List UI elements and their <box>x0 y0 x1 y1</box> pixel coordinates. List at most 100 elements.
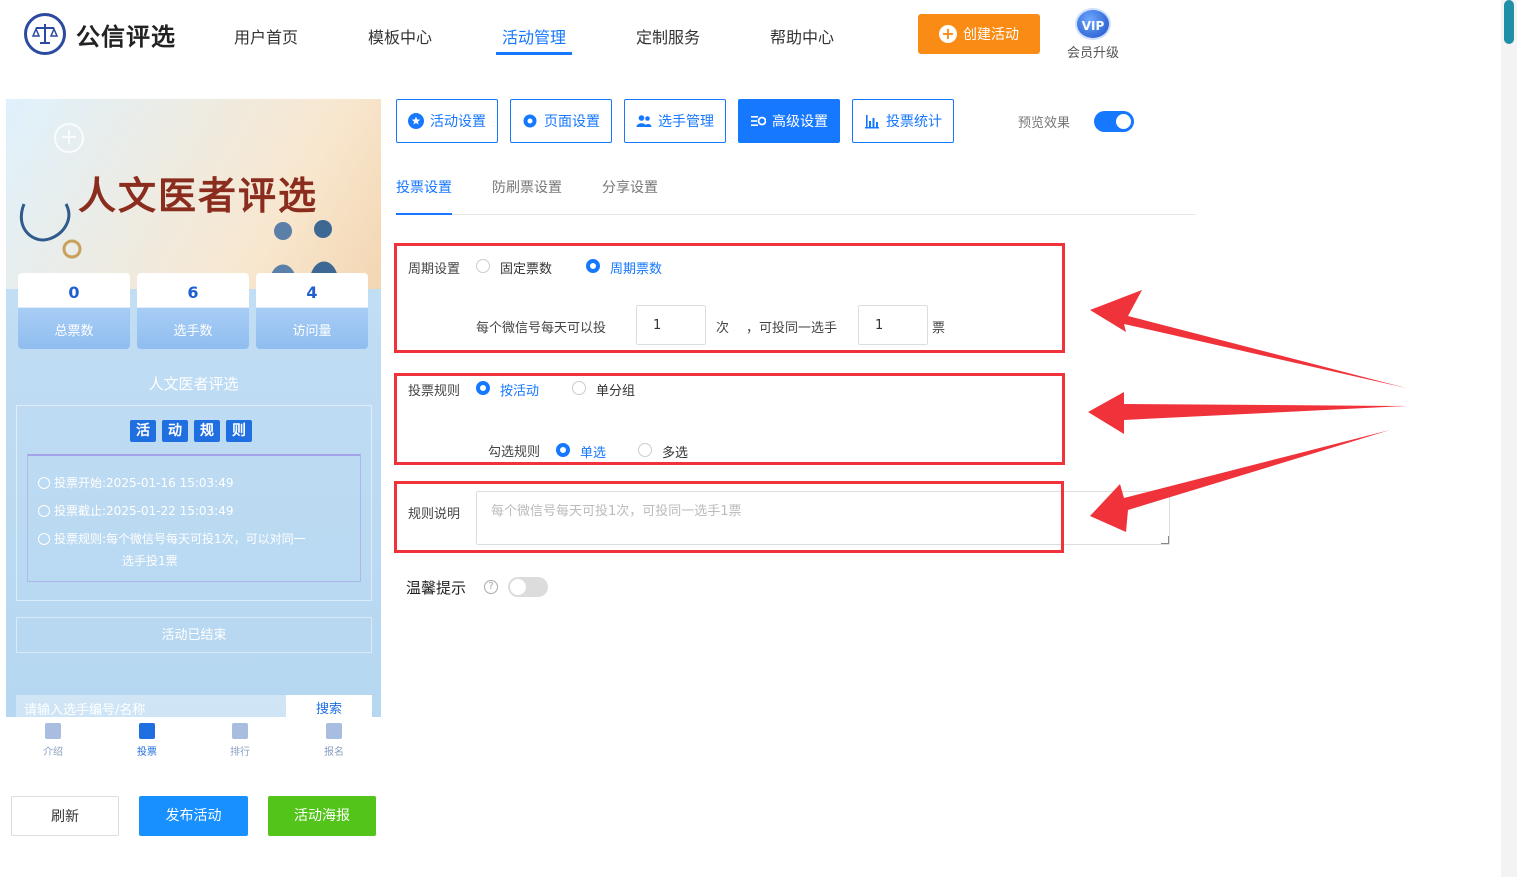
preview-effect-label: 预览效果 <box>1018 116 1071 131</box>
bar-chart-icon <box>232 723 248 739</box>
preview-search: 请输入选手编号/名称 搜索 <box>16 695 372 717</box>
tab-player-management[interactable]: 选手管理 <box>624 99 726 143</box>
info-icon <box>38 533 50 545</box>
stethoscope-icon <box>19 203 82 259</box>
page: 公信评选 用户首页 模板中心 活动管理 定制服务 帮助中心 + 创建活动 VIP… <box>0 0 1517 877</box>
logo[interactable]: 公信评选 <box>24 13 176 55</box>
rules-title-char: 则 <box>226 420 252 442</box>
radio-single-choice-label[interactable]: 单选 <box>580 442 606 461</box>
activity-ended-banner: 活动已结束 <box>16 617 372 653</box>
tab-vote-statistics[interactable]: 投票统计 <box>852 99 954 143</box>
radio-multi-choice-label[interactable]: 多选 <box>662 442 688 461</box>
radio-fixed-votes-label[interactable]: 固定票数 <box>500 258 552 277</box>
radio-single-group[interactable] <box>572 381 586 395</box>
preview-banner: + 人文医者评选 <box>6 99 381 289</box>
votes-per-player-input[interactable]: 1 <box>858 305 928 345</box>
gear-icon <box>523 114 537 128</box>
stat-visits-label: 访问量 <box>292 324 332 339</box>
same-player-label: ，可投同一选手 <box>746 321 838 336</box>
stat-players: 6 选手数 <box>137 273 249 349</box>
rules-panel: 活 动 规 则 投票开始:2025-01-16 15:03:49 投票截止:20… <box>16 405 372 601</box>
radio-period-votes-label[interactable]: 周期票数 <box>610 258 662 277</box>
rule-end-time: 投票截止:2025-01-22 15:03:49 <box>38 502 234 519</box>
rules-list: 投票开始:2025-01-16 15:03:49 投票截止:2025-01-22… <box>27 454 361 582</box>
highlight-rule-description <box>394 481 1064 553</box>
radio-fixed-votes[interactable] <box>476 259 490 273</box>
subtab-anti-fraud-settings[interactable]: 防刷票设置 <box>492 177 562 197</box>
publish-activity-button[interactable]: 发布活动 <box>139 796 248 836</box>
radio-multi-choice[interactable] <box>638 443 652 457</box>
nav-item-templates[interactable]: 模板中心 <box>368 24 432 48</box>
arrow-to-voting-rule <box>1088 392 1406 434</box>
star-circle-icon <box>408 113 424 129</box>
nav-item-home[interactable]: 用户首页 <box>234 24 298 48</box>
subtab-share-settings[interactable]: 分享设置 <box>602 177 658 197</box>
nav-item-custom-service[interactable]: 定制服务 <box>636 24 700 48</box>
preview-activity-name: 人文医者评选 <box>148 375 239 393</box>
arrow-to-period-settings <box>1090 290 1406 388</box>
preview-search-input[interactable]: 请输入选手编号/名称 <box>16 695 286 717</box>
vip-badge-icon: VIP <box>1075 8 1111 40</box>
rule-start-time: 投票开始:2025-01-16 15:03:49 <box>38 474 234 491</box>
voting-rule-label: 投票规则 <box>408 384 461 399</box>
nav-item-activity-management[interactable]: 活动管理 <box>502 24 566 48</box>
rules-title-char: 活 <box>130 420 156 442</box>
votes-unit: 票 <box>932 321 946 336</box>
radio-single-group-label[interactable]: 单分组 <box>596 380 635 399</box>
check-rule-label: 勾选规则 <box>488 445 541 460</box>
scrollbar[interactable] <box>1501 0 1517 877</box>
warm-tip-toggle[interactable] <box>508 577 548 597</box>
arrow-to-rule-description <box>1090 430 1390 532</box>
hand-pointer-icon <box>326 723 342 739</box>
radio-period-votes[interactable] <box>586 259 600 273</box>
tab-vote[interactable]: 投票 <box>117 723 177 758</box>
preview-banner-title: 人文医者评选 <box>78 173 319 218</box>
vip-upgrade-label: 会员升级 <box>1066 46 1119 61</box>
rule-voting-rule: 投票规则:每个微信号每天可投1次，可以对同一 <box>38 530 306 547</box>
bar-chart-icon <box>865 115 879 129</box>
rule-description-label: 规则说明 <box>408 507 461 522</box>
scales-icon <box>24 13 66 55</box>
vip-upgrade[interactable]: VIP 会员升级 <box>1064 8 1122 61</box>
tab-intro[interactable]: 介绍 <box>23 723 83 758</box>
stat-players-value: 6 <box>187 283 199 302</box>
mobile-preview: + 人文医者评选 0 总票数 6 选手数 4 访问量 人文医者评选 活 动 规 … <box>6 99 381 717</box>
create-activity-label: 创建活动 <box>963 27 1019 43</box>
warm-tip-label: 温馨提示 <box>406 579 467 597</box>
nav-active-indicator <box>496 52 572 55</box>
tab-advanced-settings[interactable]: 高级设置 <box>738 99 840 143</box>
nav-item-help[interactable]: 帮助中心 <box>770 24 834 48</box>
radio-by-activity-label[interactable]: 按活动 <box>500 380 539 399</box>
rules-title-char: 动 <box>162 420 188 442</box>
subtab-divider <box>396 214 1196 215</box>
preview-search-button[interactable]: 搜索 <box>286 695 372 717</box>
settings-sliders-icon <box>751 116 766 126</box>
times-unit: 次 <box>716 321 730 336</box>
document-icon <box>45 723 61 739</box>
tab-activity-settings[interactable]: 活动设置 <box>396 99 498 143</box>
clock-icon <box>38 477 50 489</box>
question-icon[interactable]: ? <box>484 580 498 594</box>
stat-visits-value: 4 <box>306 283 318 302</box>
create-activity-button[interactable]: + 创建活动 <box>918 14 1040 54</box>
subtab-vote-settings[interactable]: 投票设置 <box>396 177 452 197</box>
stat-total-votes-label: 总票数 <box>54 324 94 339</box>
clock-icon <box>38 505 50 517</box>
flag-icon <box>139 723 155 739</box>
preview-effect-toggle[interactable] <box>1094 111 1134 132</box>
daily-votes-label: 每个微信号每天可以投 <box>476 321 607 336</box>
refresh-button[interactable]: 刷新 <box>11 796 119 836</box>
stat-visits: 4 访问量 <box>256 273 368 349</box>
rule-voting-rule-cont: 选手投1票 <box>122 554 178 568</box>
tab-page-settings[interactable]: 页面设置 <box>510 99 612 143</box>
radio-single-choice[interactable] <box>556 443 570 457</box>
medical-cross-icon: + <box>54 123 84 153</box>
stat-players-label: 选手数 <box>173 324 213 339</box>
tab-ranking[interactable]: 排行 <box>210 723 270 758</box>
times-per-day-input[interactable]: 1 <box>636 305 706 345</box>
radio-by-activity[interactable] <box>476 381 490 395</box>
scrollbar-thumb[interactable] <box>1504 0 1514 44</box>
activity-poster-button[interactable]: 活动海报 <box>268 796 376 836</box>
rules-title: 活 动 规 则 <box>130 420 252 442</box>
tab-signup[interactable]: 报名 <box>304 723 364 758</box>
